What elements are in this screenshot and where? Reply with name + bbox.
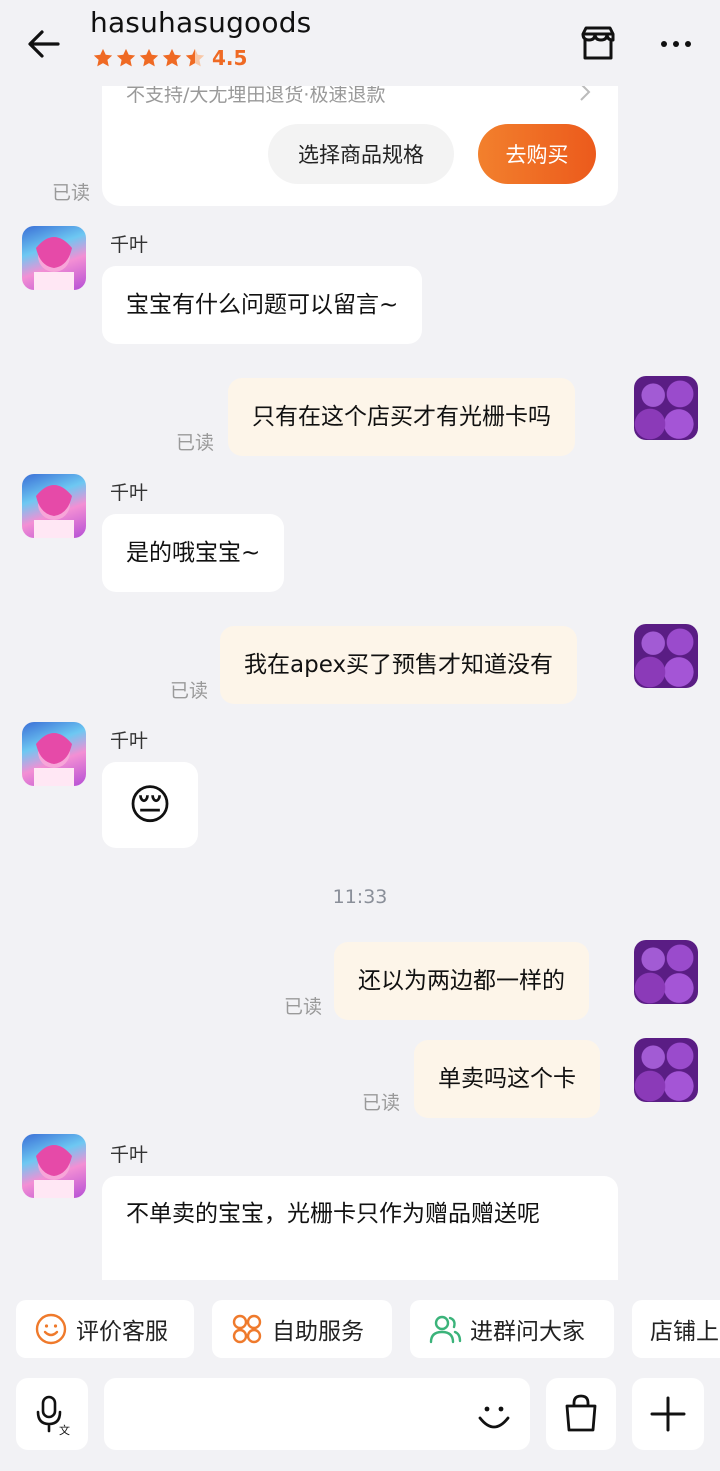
emoji-button[interactable] [472,1394,516,1438]
sender-name: 千叶 [110,234,149,256]
chip-label: 评价客服 [76,1319,168,1345]
emoji-icon [478,1406,510,1429]
message-bubble[interactable]: 是的哦宝宝~ [102,514,285,592]
more-options-button[interactable] [632,1378,704,1450]
star-icon [93,48,113,67]
group-icon [429,1315,462,1344]
plus-icon [650,1396,686,1432]
voice-button[interactable]: 文 [16,1378,88,1450]
timestamp: 11:33 [332,886,388,908]
avatar[interactable] [22,226,86,290]
select-spec-button[interactable]: 选择商品规格 [268,124,454,184]
shopping-bag-icon [565,1394,597,1432]
self-service-button[interactable]: 自助服务 [212,1300,392,1358]
avatar-image [34,237,74,290]
read-status: 已读 [52,182,91,204]
buy-button[interactable]: 去购买 [478,124,596,184]
store-action-button[interactable]: 店铺上 [632,1300,720,1358]
half-star-icon [185,48,205,67]
message-bubble[interactable]: 不单卖的宝宝，光栅卡只作为赠品赠送呢 [102,1176,618,1280]
shop-name[interactable]: hasuhasugoods [90,6,311,39]
avatar[interactable] [22,722,86,786]
chip-label: 自助服务 [272,1319,364,1345]
message-bubble[interactable]: 我在apex买了预售才知道没有 [220,626,578,704]
chip-label: 店铺上 [650,1319,719,1345]
more-icon [661,41,691,47]
smiley-icon [35,1313,67,1345]
rate-service-button[interactable]: 评价客服 [16,1300,194,1358]
star-icon [139,48,159,67]
store-icon [581,26,615,60]
avatar-image [34,733,74,786]
more-button[interactable] [654,22,698,66]
message-bubble[interactable]: 只有在这个店买才有光栅卡吗 [228,378,575,456]
avatar-image [34,485,74,538]
avatar[interactable] [22,474,86,538]
avatar-image [34,1145,74,1198]
read-status: 已读 [176,432,215,454]
input-bar: 文 [0,1372,720,1471]
read-status: 已读 [284,996,323,1018]
sender-name: 千叶 [110,1144,149,1166]
grid-icon [232,1314,262,1344]
chip-label: 进群问大家 [470,1319,585,1345]
message-input[interactable] [104,1378,530,1450]
emoji-message[interactable]: 😔 [102,762,198,848]
sender-name: 千叶 [110,482,149,504]
shop-rating: 4.5 [92,46,247,70]
quick-actions-bar: 评价客服 自助服务 进群问大家 店铺上 [0,1300,720,1360]
read-status: 已读 [362,1092,401,1114]
avatar[interactable] [22,1134,86,1198]
products-button[interactable] [546,1378,616,1450]
my-avatar[interactable] [634,940,698,1004]
rating-value: 4.5 [212,46,248,70]
my-avatar[interactable] [634,624,698,688]
store-button[interactable] [576,22,620,66]
read-status: 已读 [170,680,209,702]
voice-translate-icon: 文 [36,1395,70,1436]
star-icon [162,48,182,67]
star-icon [116,48,136,67]
my-avatar[interactable] [634,1038,698,1102]
message-bubble[interactable]: 单卖吗这个卡 [414,1040,600,1118]
back-button[interactable] [22,22,66,66]
chat-header: hasuhasugoods 4.5 [0,0,720,86]
back-arrow-icon [28,30,60,58]
message-bubble[interactable]: 宝宝有什么问题可以留言~ [102,266,423,344]
message-bubble[interactable]: 还以为两边都一样的 [334,942,589,1020]
my-avatar[interactable] [634,376,698,440]
rating-stars [92,47,206,69]
join-group-button[interactable]: 进群问大家 [410,1300,614,1358]
sender-name: 千叶 [110,730,149,752]
svg-text:文: 文 [59,1423,70,1436]
